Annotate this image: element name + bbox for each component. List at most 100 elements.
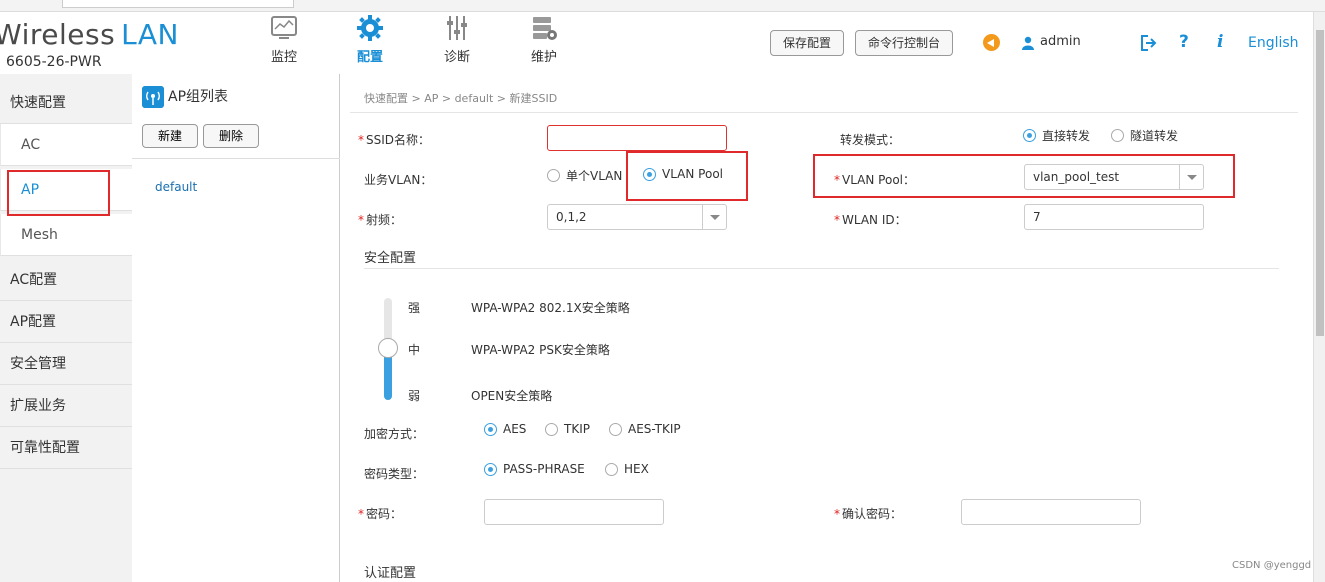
radio-freq-label: * 射频： bbox=[358, 211, 402, 228]
forward-direct-radio[interactable]: 直接转发 bbox=[1023, 127, 1090, 144]
wlan-id-label: * WLAN ID： bbox=[834, 211, 907, 228]
nav-maintenance[interactable]: 维护 bbox=[516, 14, 572, 65]
notification-icon[interactable] bbox=[983, 34, 1000, 51]
ssid-label: * SSID名称： bbox=[358, 131, 430, 148]
nav-label: 维护 bbox=[530, 50, 557, 65]
maintenance-icon bbox=[533, 17, 557, 40]
forward-tunnel-radio[interactable]: 隧道转发 bbox=[1111, 127, 1178, 144]
device-model: 6605-26-PWR bbox=[6, 54, 102, 70]
brand-logo: Wireless LAN bbox=[0, 18, 179, 51]
radio-dot bbox=[545, 422, 558, 436]
scrollbar-thumb[interactable] bbox=[1316, 30, 1324, 336]
nav-config[interactable]: 配置 bbox=[342, 14, 398, 65]
required-mark: * bbox=[358, 213, 364, 227]
confirm-password-label: * 确认密码： bbox=[834, 505, 902, 522]
sidebar-item-ap-config[interactable]: AP配置 bbox=[0, 301, 132, 343]
page-scrollbar[interactable] bbox=[1313, 12, 1325, 582]
confirm-password-label-text: 确认密码： bbox=[842, 507, 903, 521]
divider bbox=[364, 268, 1279, 269]
new-group-button[interactable]: 新建 bbox=[142, 124, 198, 148]
security-section-title: 安全配置 bbox=[364, 251, 417, 266]
security-policy-strong[interactable]: WPA-WPA2 802.1X安全策略 bbox=[471, 299, 630, 316]
security-level-knob[interactable] bbox=[378, 338, 398, 358]
radio-freq-label-text: 射频： bbox=[366, 213, 403, 227]
pwd-type-hex-radio[interactable]: HEX bbox=[605, 462, 649, 476]
user-icon bbox=[1022, 36, 1034, 50]
nav-label: 监控 bbox=[270, 50, 297, 65]
radio-label: TKIP bbox=[564, 422, 590, 436]
security-policy-weak[interactable]: OPEN安全策略 bbox=[471, 387, 552, 404]
brand-prefix: Wireless bbox=[0, 18, 116, 51]
sidebar-item-security[interactable]: 安全管理 bbox=[0, 343, 132, 385]
radio-dot bbox=[547, 169, 560, 182]
single-vlan-radio[interactable]: 单个VLAN bbox=[547, 167, 622, 184]
radio-freq-value: 0,1,2 bbox=[556, 210, 587, 224]
radio-dot bbox=[484, 462, 497, 476]
sidebar-item-reliability[interactable]: 可靠性配置 bbox=[0, 427, 132, 469]
radio-dot bbox=[609, 422, 622, 436]
language-switch[interactable]: English bbox=[1248, 35, 1299, 51]
forward-mode-label: 转发模式： bbox=[840, 133, 901, 147]
highlight-box-ap bbox=[7, 170, 110, 216]
user-name[interactable]: admin bbox=[1040, 34, 1081, 49]
divider bbox=[132, 158, 340, 159]
browser-toolbar bbox=[0, 0, 1325, 12]
sidebar-item-ac-config[interactable]: AC配置 bbox=[0, 259, 132, 301]
chevron-down-icon bbox=[702, 205, 726, 229]
watermark: CSDN @yenggd bbox=[1232, 560, 1312, 571]
nav-monitor[interactable]: 监控 bbox=[256, 14, 312, 65]
wlan-id-input[interactable]: 7 bbox=[1024, 204, 1204, 230]
address-bar[interactable] bbox=[62, 0, 294, 8]
encryption-aes-tkip-radio[interactable]: AES-TKIP bbox=[609, 422, 681, 436]
nav-label: 诊断 bbox=[443, 50, 470, 65]
required-mark: * bbox=[834, 213, 840, 227]
sidebar-item-ac[interactable]: AC bbox=[0, 124, 132, 166]
radio-label: 直接转发 bbox=[1042, 129, 1091, 143]
nav-label: 配置 bbox=[356, 50, 383, 65]
highlight-box-vlan-pool-select bbox=[813, 154, 1235, 198]
info-icon[interactable]: i bbox=[1217, 32, 1223, 52]
delete-group-button[interactable]: 删除 bbox=[203, 124, 259, 148]
radio-dot bbox=[1023, 129, 1036, 142]
ap-group-title: AP组列表 bbox=[168, 89, 229, 105]
required-mark: * bbox=[358, 507, 364, 521]
breadcrumb: 快速配置 > AP > default > 新建SSID bbox=[364, 92, 558, 105]
password-label-text: 密码： bbox=[366, 507, 403, 521]
ssid-input[interactable] bbox=[547, 125, 727, 151]
nav-diagnose[interactable]: 诊断 bbox=[429, 14, 485, 65]
radio-label: AES bbox=[503, 422, 527, 436]
password-input[interactable] bbox=[484, 499, 664, 525]
logout-icon[interactable] bbox=[1140, 34, 1158, 52]
divider bbox=[350, 112, 1298, 113]
radio-label: 单个VLAN bbox=[566, 169, 623, 183]
help-icon[interactable]: ? bbox=[1179, 32, 1189, 52]
radio-label: PASS-PHRASE bbox=[503, 462, 585, 476]
radio-dot bbox=[1111, 129, 1124, 142]
gear-icon bbox=[357, 15, 383, 41]
encryption-aes-radio[interactable]: AES bbox=[484, 422, 526, 436]
brand-suffix: LAN bbox=[121, 18, 179, 51]
sidebar-item-extended[interactable]: 扩展业务 bbox=[0, 385, 132, 427]
top-header: Wireless LAN 6605-26-PWR 监控 配置 诊断 维护 保存配… bbox=[0, 12, 1313, 74]
radio-freq-select[interactable]: 0,1,2 bbox=[547, 204, 727, 230]
password-type-label: 密码类型： bbox=[364, 467, 425, 481]
security-level-fill bbox=[384, 351, 392, 400]
security-level-strong: 强 bbox=[408, 301, 421, 315]
radio-dot bbox=[605, 462, 618, 476]
sidebar-item-quick-config[interactable]: 快速配置 bbox=[0, 82, 132, 124]
radio-dot bbox=[484, 422, 497, 436]
encryption-tkip-radio[interactable]: TKIP bbox=[545, 422, 590, 436]
service-vlan-label: 业务VLAN： bbox=[364, 173, 433, 187]
wlan-id-label-text: WLAN ID： bbox=[842, 213, 907, 227]
radio-label: HEX bbox=[624, 462, 649, 476]
ssid-label-text: SSID名称： bbox=[366, 133, 431, 147]
radio-label: AES-TKIP bbox=[628, 422, 681, 436]
cli-console-button[interactable]: 命令行控制台 bbox=[855, 30, 954, 56]
sidebar-item-mesh[interactable]: Mesh bbox=[0, 214, 132, 256]
pwd-type-passphrase-radio[interactable]: PASS-PHRASE bbox=[484, 462, 585, 476]
confirm-password-input[interactable] bbox=[961, 499, 1141, 525]
highlight-box-vlan-pool bbox=[626, 151, 748, 201]
ap-group-item[interactable]: default bbox=[155, 180, 197, 194]
security-policy-medium[interactable]: WPA-WPA2 PSK安全策略 bbox=[471, 341, 610, 358]
save-config-button[interactable]: 保存配置 bbox=[770, 30, 845, 56]
